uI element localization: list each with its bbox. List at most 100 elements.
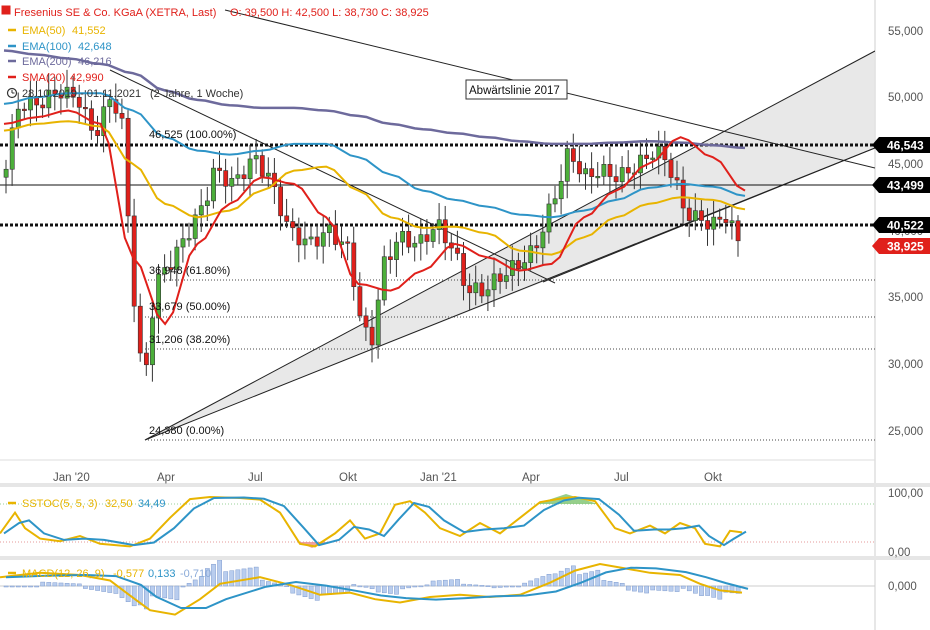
- period-range: 28.10.2019 - 01.11.2021: [22, 88, 141, 100]
- candle-up: [528, 245, 534, 263]
- macd-histogram-bar: [510, 585, 515, 588]
- macd-histogram-bar: [461, 583, 466, 587]
- candle-up: [619, 167, 625, 183]
- candle-up: [320, 232, 326, 247]
- legend-label-ema50: EMA(50): [22, 25, 65, 37]
- candle-up: [381, 256, 387, 301]
- candle-up: [558, 181, 564, 200]
- instrument-title: Fresenius SE & Co. KGaA (XETRA, Last): [14, 7, 216, 19]
- candle-up: [552, 198, 558, 205]
- stoch-value-2: 34,49: [138, 498, 166, 510]
- macd-histogram-bar: [455, 579, 460, 587]
- macd-histogram-bar: [625, 585, 631, 591]
- stoch-tick: 0,00: [888, 547, 910, 559]
- price-tick: 50,000: [888, 92, 923, 104]
- macd-histogram-bar: [211, 563, 216, 587]
- candle-up: [430, 229, 436, 242]
- time-tick: Jan '21: [420, 472, 457, 484]
- candle-up: [198, 205, 204, 216]
- candle-down: [607, 164, 613, 177]
- macd-histogram-bar: [424, 584, 430, 587]
- candle-down: [613, 176, 619, 183]
- candle-up: [491, 273, 497, 291]
- ohlc-values: O: 39,500 H: 42,500 L: 38,730 C: 38,925: [230, 7, 429, 19]
- legend-color-swatch: [1, 5, 11, 15]
- macd-histogram-bar: [357, 585, 363, 588]
- candle-down: [345, 241, 351, 244]
- macd-histogram-bar: [381, 585, 387, 594]
- candle-up: [595, 176, 601, 179]
- macd-histogram-bar: [28, 585, 33, 588]
- macd-histogram-bar: [485, 585, 491, 587]
- candle-down: [668, 159, 674, 178]
- macd-histogram-bar: [595, 569, 601, 587]
- macd-histogram-bar: [58, 582, 64, 587]
- candle-up: [229, 178, 235, 187]
- candle-up: [692, 210, 698, 221]
- candle-down: [95, 130, 100, 136]
- candle-down: [290, 221, 296, 229]
- candle-down: [137, 305, 143, 354]
- candle-down: [516, 260, 521, 270]
- candle-down: [144, 352, 149, 366]
- candle-down: [699, 210, 704, 221]
- macd-histogram-bar: [442, 579, 448, 587]
- macd-histogram-bar: [217, 560, 222, 587]
- macd-histogram-bar: [607, 581, 613, 587]
- macd-histogram-bar: [516, 585, 521, 588]
- macd-histogram-bar: [644, 585, 649, 594]
- candle-up: [15, 108, 21, 129]
- candle-down: [497, 273, 503, 282]
- candle-up: [3, 168, 9, 178]
- candle-up: [205, 200, 210, 206]
- candle-down: [467, 285, 473, 294]
- macd-histogram-bar: [491, 585, 497, 589]
- candle-down: [717, 216, 723, 220]
- candle-up: [265, 172, 271, 177]
- candle-up: [601, 164, 607, 177]
- time-tick: Apr: [522, 472, 540, 484]
- candle-down: [40, 104, 46, 109]
- price-marker-last[interactable]: 38,925: [872, 238, 930, 254]
- macd-histogram-bar: [131, 585, 137, 607]
- macd-histogram-bar: [534, 578, 540, 587]
- price-marker-40522[interactable]: 40,522: [872, 217, 930, 233]
- macd-histogram-bar: [168, 585, 174, 600]
- price-marker-label: 43,499: [887, 179, 924, 193]
- macd-histogram-bar: [418, 585, 424, 588]
- macd-histogram-bar: [619, 582, 625, 587]
- candle-down: [424, 234, 430, 242]
- candle-down: [217, 167, 222, 171]
- price-tick: 55,000: [888, 26, 923, 38]
- fib-label-500: 33,679 (50.00%): [149, 301, 230, 313]
- legend-label-ema100: EMA(100): [22, 41, 72, 53]
- candle-up: [583, 168, 588, 175]
- macd-histogram-bar: [156, 585, 161, 598]
- macd-histogram-bar: [107, 585, 113, 593]
- price-marker-43499[interactable]: 43,499: [872, 177, 930, 193]
- fib-label-100: 46,525 (100.00%): [149, 129, 236, 141]
- candle-up: [564, 148, 570, 182]
- macd-histogram-bar: [369, 585, 375, 590]
- candle-down: [369, 326, 375, 346]
- macd-histogram-bar: [650, 585, 656, 591]
- candle-up: [375, 299, 381, 346]
- candle-down: [259, 155, 265, 177]
- macd-histogram-bar: [235, 569, 241, 587]
- candle-down: [442, 219, 448, 244]
- fib-label-000: 24,380 (0.00%): [149, 425, 224, 437]
- macd-histogram-bar: [375, 585, 381, 593]
- macd-histogram-bar: [284, 585, 290, 587]
- candle-up: [308, 236, 314, 240]
- candle-up: [412, 242, 418, 248]
- price-marker-46543[interactable]: 46,543: [872, 137, 930, 153]
- fib-label-382: 31,206 (38.20%): [149, 334, 230, 346]
- candle-up: [9, 127, 15, 170]
- candle-up: [485, 289, 491, 297]
- macd-value-3: -0,710: [180, 568, 211, 580]
- price-marker-label: 38,925: [887, 240, 924, 254]
- candle-down: [479, 282, 485, 297]
- candle-down: [686, 207, 692, 221]
- macd-value-1: -0,577: [113, 568, 144, 580]
- stochastic-legend: SSTOC(5, 5, 3) 32,50 34,49: [8, 498, 166, 510]
